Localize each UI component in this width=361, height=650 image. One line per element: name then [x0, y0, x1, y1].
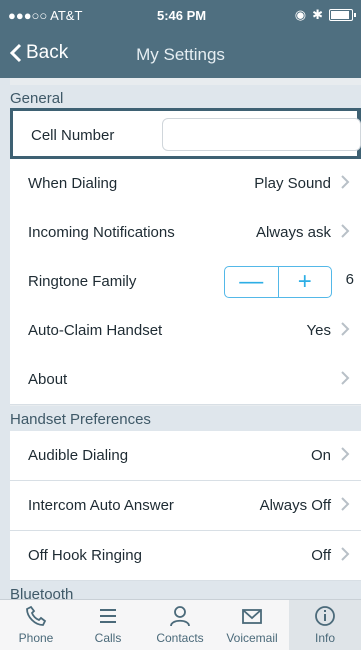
left-margin — [0, 78, 10, 599]
ringtone-stepper[interactable]: — + — [224, 266, 332, 298]
section-general: General — [0, 85, 361, 110]
incoming-notifications-row[interactable]: Incoming Notifications Always ask — [10, 208, 361, 258]
intercom-auto-answer-label: Intercom Auto Answer — [28, 497, 174, 514]
tab-phone[interactable]: Phone — [0, 604, 72, 645]
info-icon — [315, 606, 335, 626]
ringtone-family-row: Ringtone Family — + 6 — [10, 257, 361, 307]
status-icons: ◉ ✱ — [294, 7, 356, 23]
incoming-notifications-value: Always ask — [255, 224, 331, 241]
contact-icon — [170, 606, 190, 627]
chevron-right-icon — [341, 322, 350, 336]
phone-icon — [26, 605, 47, 626]
status-bar: ●●●○○ AT&T 5:46 PM ◉ ✱ — [0, 0, 361, 28]
increment-button[interactable]: + — [277, 267, 332, 297]
ringtone-family-label: Ringtone Family — [28, 273, 137, 290]
chevron-right-icon — [341, 547, 350, 561]
chevron-right-icon — [341, 371, 350, 385]
chevron-right-icon — [341, 497, 350, 511]
section-bluetooth: Bluetooth — [0, 581, 361, 599]
tab-contacts[interactable]: Contacts — [144, 604, 216, 645]
envelope-icon — [242, 609, 262, 624]
when-dialing-row[interactable]: When Dialing Play Sound — [10, 159, 361, 209]
intercom-auto-answer-row[interactable]: Intercom Auto Answer Always Off — [10, 481, 361, 531]
tab-calls-label: Calls — [94, 631, 122, 645]
audible-dialing-label: Audible Dialing — [28, 447, 129, 464]
page-title: My Settings — [136, 45, 225, 64]
chevron-right-icon — [341, 175, 350, 189]
tab-bar: Phone Calls Contacts Voicemail Info — [0, 599, 361, 650]
cell-number-input[interactable] — [162, 118, 361, 151]
status-time: 5:46 PM — [157, 8, 207, 23]
decrement-button[interactable]: — — [225, 267, 278, 297]
tab-calls[interactable]: Calls — [72, 604, 144, 645]
chevron-right-icon — [341, 224, 350, 238]
tab-info[interactable]: Info — [289, 600, 361, 650]
incoming-notifications-label: Incoming Notifications — [28, 224, 175, 241]
navigation-bar: Back My Settings — [0, 31, 361, 76]
auto-claim-handset-label: Auto-Claim Handset — [28, 322, 163, 339]
cell-number-row[interactable]: Cell Number — [10, 108, 361, 159]
tab-voicemail-label: Voicemail — [226, 631, 278, 645]
auto-claim-handset-value: Yes — [306, 322, 331, 339]
off-hook-ringing-label: Off Hook Ringing — [28, 547, 142, 564]
list-icon — [100, 609, 116, 623]
when-dialing-label: When Dialing — [28, 175, 118, 192]
audible-dialing-row[interactable]: Audible Dialing On — [10, 431, 361, 481]
bluetooth-icon: ✱ — [312, 7, 323, 22]
tab-contacts-label: Contacts — [156, 631, 204, 645]
section-handset-preferences: Handset Preferences — [0, 406, 361, 431]
intercom-auto-answer-value: Always Off — [259, 497, 331, 514]
top-bar: ●●●○○ AT&T 5:46 PM ◉ ✱ Back My Settings — [0, 0, 361, 78]
when-dialing-value: Play Sound — [254, 175, 331, 192]
tab-voicemail[interactable]: Voicemail — [216, 604, 288, 645]
ringtone-family-value: 6 — [345, 271, 354, 288]
off-hook-ringing-row[interactable]: Off Hook Ringing Off — [10, 531, 361, 581]
audible-dialing-value: On — [310, 447, 331, 464]
auto-claim-handset-row[interactable]: Auto-Claim Handset Yes — [10, 306, 361, 356]
tab-info-label: Info — [314, 631, 335, 645]
about-row[interactable]: About — [10, 355, 361, 405]
carrier-signal: ●●●○○ AT&T — [8, 8, 83, 23]
cell-number-label: Cell Number — [31, 127, 115, 144]
alarm-icon: ◉ — [294, 7, 307, 22]
battery-icon — [329, 9, 356, 21]
about-label: About — [28, 371, 68, 388]
tab-phone-label: Phone — [18, 631, 54, 645]
chevron-right-icon — [341, 447, 350, 461]
off-hook-ringing-value: Off — [311, 547, 331, 564]
